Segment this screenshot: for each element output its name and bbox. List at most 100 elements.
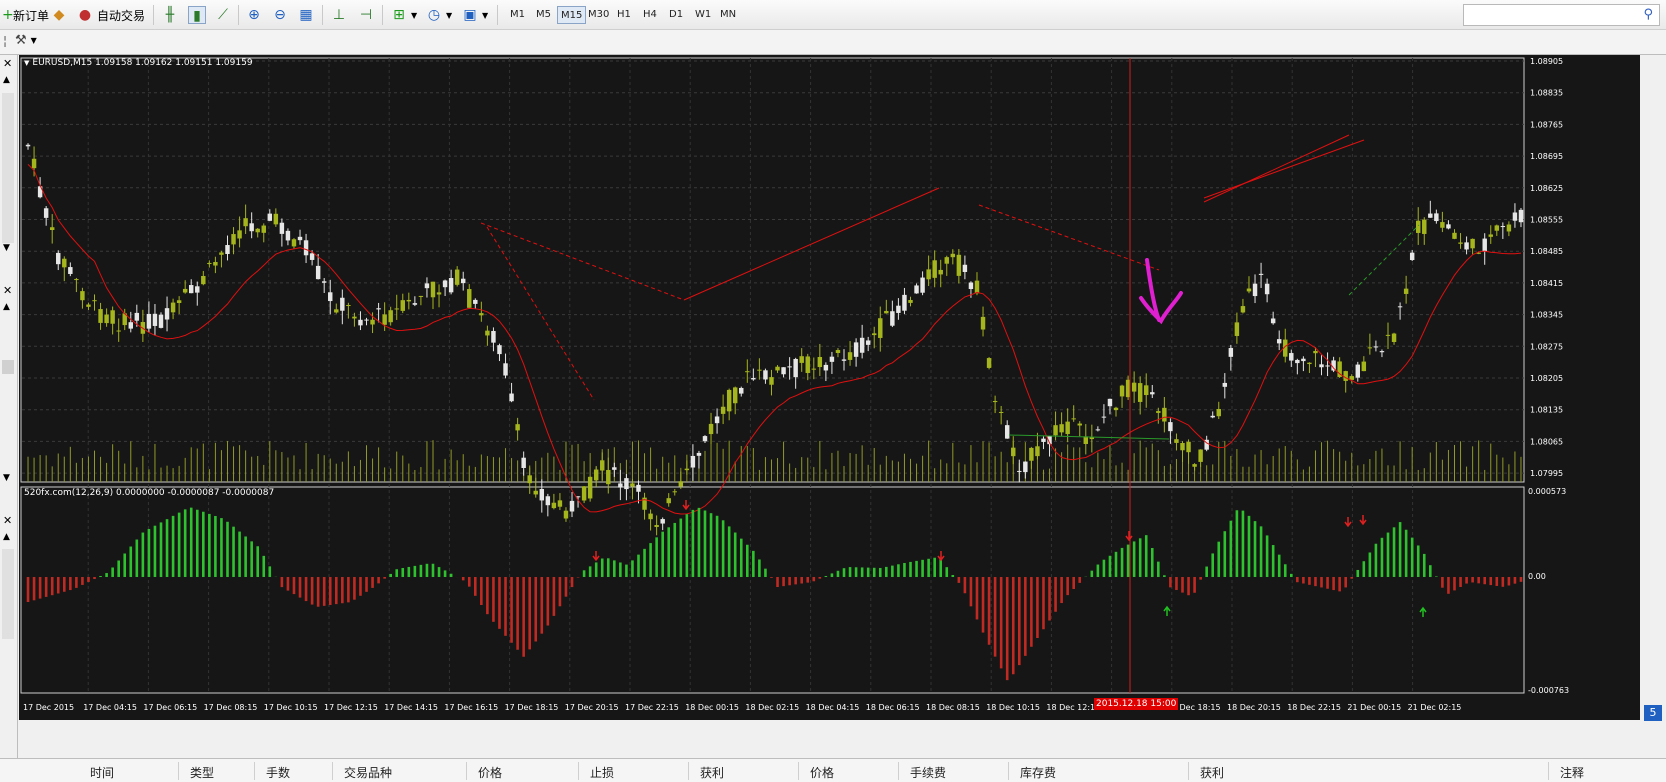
candle-body bbox=[539, 489, 545, 501]
candle-body bbox=[1452, 232, 1457, 239]
zoom-out-button[interactable]: ⊖ bbox=[271, 4, 289, 26]
auto-scroll-button[interactable]: ⊣ bbox=[357, 4, 375, 26]
search-box[interactable]: ⚲ bbox=[1463, 4, 1660, 26]
timeframe-mn[interactable]: MN bbox=[717, 6, 739, 24]
price-label: 1.08135 bbox=[1530, 406, 1563, 415]
trend-line bbox=[1348, 224, 1420, 296]
candle-body bbox=[1500, 226, 1506, 228]
timeframe-m30[interactable]: M30 bbox=[585, 6, 612, 24]
candlestick-icon: ▮ bbox=[188, 6, 206, 24]
candle-body bbox=[962, 264, 968, 272]
trend-lines bbox=[27, 58, 1522, 693]
candle-body bbox=[358, 319, 363, 326]
candle-body bbox=[581, 486, 587, 501]
candle-body bbox=[1198, 449, 1203, 462]
timeframe-h4[interactable]: H4 bbox=[640, 6, 660, 24]
candle-body bbox=[569, 500, 575, 512]
templates-button[interactable]: ▣ ▼ bbox=[461, 4, 488, 26]
candlestick-button[interactable]: ▮ bbox=[188, 4, 206, 26]
chevron-down-icon[interactable]: ▼ bbox=[24, 59, 29, 67]
close-icon[interactable]: ✕ bbox=[3, 514, 12, 527]
search-input[interactable] bbox=[1468, 6, 1638, 24]
scroll-down-icon[interactable]: ▼ bbox=[3, 243, 10, 253]
indicators-button[interactable]: ⊞ ▼ bbox=[390, 4, 417, 26]
candle-body bbox=[56, 252, 61, 265]
candle-body bbox=[430, 281, 436, 298]
candle-body bbox=[533, 490, 538, 495]
candle-body bbox=[176, 300, 182, 303]
candle-body bbox=[563, 510, 569, 519]
column-header[interactable]: 止损 bbox=[590, 764, 614, 781]
chart-shift-button[interactable]: ⊥ bbox=[330, 4, 348, 26]
timeframe-h1[interactable]: H1 bbox=[614, 6, 634, 24]
tile-windows-button[interactable]: ▦ bbox=[297, 4, 315, 26]
line-chart-button[interactable]: ⟋ bbox=[214, 4, 232, 26]
timeframe-w1[interactable]: W1 bbox=[692, 6, 714, 24]
candle-body bbox=[1518, 209, 1524, 223]
candle-body bbox=[213, 262, 218, 266]
chevron-down-icon: ▼ bbox=[30, 36, 37, 45]
candle-body bbox=[835, 350, 841, 354]
time-label: 18 Dec 12:1 bbox=[1046, 703, 1095, 712]
candle-body bbox=[1168, 422, 1173, 432]
timeframe-m5[interactable]: M5 bbox=[533, 6, 554, 24]
signal-arrow-icon bbox=[1359, 515, 1367, 526]
navigator-panel: ✕ ▲ ▼ ✕ ▲ ▼ ✕ ▲ bbox=[0, 55, 18, 758]
chart-window[interactable]: 1.08905 1.08835 1.08765 1.08695 1.08625 1.085… bbox=[19, 55, 1640, 720]
candle-body bbox=[1059, 424, 1064, 433]
candle-body bbox=[352, 316, 357, 319]
column-header[interactable]: 手数 bbox=[266, 764, 290, 781]
close-icon[interactable]: ✕ bbox=[3, 57, 12, 70]
timeframe-m1[interactable]: M1 bbox=[507, 6, 528, 24]
candle-body bbox=[315, 265, 321, 280]
indicator-label: -0.000763 bbox=[1528, 686, 1569, 695]
candle-body bbox=[1428, 213, 1433, 218]
candle-body bbox=[1343, 371, 1348, 381]
candle-body bbox=[1307, 362, 1312, 365]
market-watch-button[interactable]: ◆ bbox=[50, 4, 68, 26]
search-icon[interactable]: ⚲ bbox=[1643, 7, 1653, 22]
column-header[interactable]: 获利 bbox=[700, 764, 724, 781]
candle-body bbox=[896, 305, 901, 313]
column-header[interactable]: 交易品种 bbox=[344, 764, 392, 781]
chart-canvas[interactable]: 1.08905 1.08835 1.08765 1.08695 1.08625 1.085… bbox=[19, 55, 1640, 720]
secondary-toolbar: ¦ ⚒ ▼ bbox=[0, 30, 1666, 55]
new-order-button[interactable]: + 新订单 bbox=[2, 4, 49, 26]
zoom-in-button[interactable]: ⊕ bbox=[245, 4, 263, 26]
candle-body bbox=[811, 368, 817, 370]
chevron-down-icon: ▼ bbox=[446, 10, 453, 20]
bar-chart-button[interactable]: ╫ bbox=[161, 4, 179, 26]
auto-trade-button[interactable]: ● 自动交易 bbox=[76, 4, 145, 26]
right-badge[interactable]: 5 bbox=[1644, 705, 1662, 721]
chart-title: EURUSD,M15 1.09158 1.09162 1.09151 1.091… bbox=[32, 58, 253, 68]
column-header[interactable]: 价格 bbox=[478, 764, 502, 781]
candle-body bbox=[606, 469, 611, 485]
panel-scrollbar[interactable] bbox=[2, 93, 14, 243]
timeframe-m15[interactable]: M15 bbox=[557, 6, 587, 24]
candle-body bbox=[1234, 322, 1240, 336]
column-header[interactable]: 获利 bbox=[1200, 764, 1224, 781]
line-studies-button[interactable]: ⚒ ▼ bbox=[15, 33, 37, 48]
indicator-pane-frame bbox=[20, 486, 1525, 694]
scroll-up-icon[interactable]: ▲ bbox=[3, 532, 10, 542]
scroll-up-icon[interactable]: ▲ bbox=[3, 302, 10, 312]
scroll-up-icon[interactable]: ▲ bbox=[3, 75, 10, 85]
candle-body bbox=[1434, 213, 1439, 222]
column-header[interactable]: 价格 bbox=[810, 764, 834, 781]
scroll-down-icon[interactable]: ▼ bbox=[3, 473, 10, 483]
panel-scrollbar[interactable] bbox=[2, 549, 14, 639]
candle-body bbox=[346, 305, 351, 307]
candle-body bbox=[164, 308, 170, 320]
column-header[interactable]: 类型 bbox=[190, 764, 214, 781]
column-header[interactable]: 手续费 bbox=[910, 764, 946, 781]
panel-scroll-thumb[interactable] bbox=[2, 360, 14, 374]
candle-body bbox=[1470, 238, 1475, 249]
periods-button[interactable]: ◷ ▼ bbox=[425, 4, 452, 26]
timeframe-d1[interactable]: D1 bbox=[666, 6, 686, 24]
signal-arrow-icon bbox=[1125, 531, 1133, 542]
column-header[interactable]: 注释 bbox=[1560, 764, 1584, 781]
column-header[interactable]: 时间 bbox=[90, 764, 114, 781]
time-label: 18 Dec 22:15 bbox=[1287, 703, 1341, 712]
close-icon[interactable]: ✕ bbox=[3, 284, 12, 297]
column-header[interactable]: 库存费 bbox=[1020, 764, 1056, 781]
